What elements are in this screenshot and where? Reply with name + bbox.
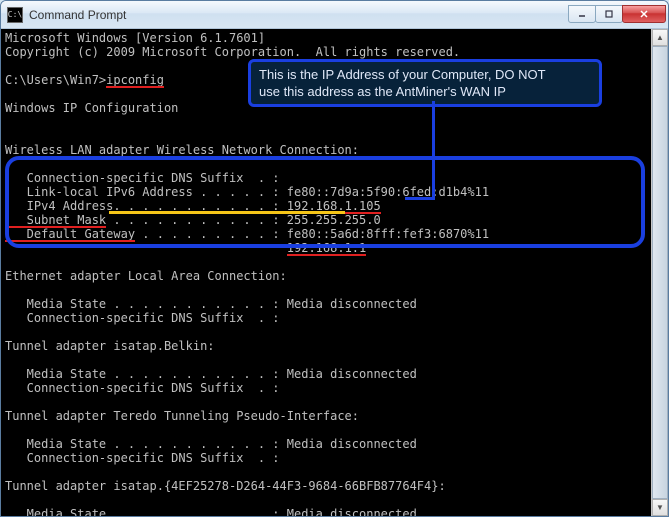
lan-dns-suffix: Connection-specific DNS Suffix . : xyxy=(5,311,280,325)
lan-media-state: Media State . . . . . . . . . . . : Medi… xyxy=(5,297,417,311)
window-title: Command Prompt xyxy=(29,8,569,22)
isatap2-media: Media State . . . . . . . . . . . : Medi… xyxy=(5,507,417,516)
minimize-button[interactable] xyxy=(568,5,596,23)
isatap1-heading: Tunnel adapter isatap.Belkin: xyxy=(5,339,215,353)
wlan-gateway-dots: . . . . . . . . . : xyxy=(135,227,280,241)
callout-line2: use this address as the AntMiner's WAN I… xyxy=(259,84,506,99)
wlan-gateway-label: Default Gateway xyxy=(5,227,135,241)
isatap2-heading: Tunnel adapter isatap.{4EF25278-D264-44F… xyxy=(5,479,446,493)
lan-adapter-heading: Ethernet adapter Local Area Connection: xyxy=(5,269,287,283)
scroll-down-button[interactable]: ▼ xyxy=(652,499,668,516)
isatap1-dns: Connection-specific DNS Suffix . : xyxy=(5,381,280,395)
prompt-path: C:\Users\Win7> xyxy=(5,73,106,87)
close-button[interactable] xyxy=(622,5,666,23)
teredo-heading: Tunnel adapter Teredo Tunneling Pseudo-I… xyxy=(5,409,359,423)
isatap1-media: Media State . . . . . . . . . . . : Medi… xyxy=(5,367,417,381)
wlan-dns-suffix: Connection-specific DNS Suffix . : xyxy=(5,171,280,185)
command-typed: ipconfig xyxy=(106,73,164,87)
wlan-subnet-label: Subnet Mask xyxy=(5,213,106,227)
ipconfig-title: Windows IP Configuration xyxy=(5,101,178,115)
scroll-thumb[interactable] xyxy=(652,46,668,499)
os-header: Microsoft Windows [Version 6.1.7601] xyxy=(5,31,265,45)
wlan-gateway-v4: 192.168.1.1 xyxy=(287,241,366,255)
annotation-yellow-line xyxy=(109,211,345,214)
window-frame: C:\ Command Prompt Microsoft Windows [Ve… xyxy=(0,0,669,517)
teredo-media: Media State . . . . . . . . . . . : Medi… xyxy=(5,437,417,451)
wlan-gateway-v4-pad xyxy=(5,241,287,255)
callout-connector-horz xyxy=(405,197,435,200)
scroll-up-button[interactable]: ▲ xyxy=(652,29,668,46)
scrollbar[interactable]: ▲ ▼ xyxy=(651,29,668,516)
wlan-gateway-v6: fe80::5a6d:8fff:fef3:6870%11 xyxy=(287,227,489,241)
callout-connector-vert xyxy=(432,101,435,199)
wlan-adapter-heading: Wireless LAN adapter Wireless Network Co… xyxy=(5,143,359,157)
wlan-subnet-dots: . . . . . . . . . . . : xyxy=(106,213,279,227)
cmd-icon: C:\ xyxy=(7,7,23,23)
window-button-group xyxy=(569,5,666,25)
teredo-dns: Connection-specific DNS Suffix . : xyxy=(5,451,280,465)
maximize-button[interactable] xyxy=(595,5,623,23)
callout-line1: This is the IP Address of your Computer,… xyxy=(259,67,546,82)
copyright-line: Copyright (c) 2009 Microsoft Corporation… xyxy=(5,45,460,59)
annotation-callout: This is the IP Address of your Computer,… xyxy=(248,59,602,107)
titlebar[interactable]: C:\ Command Prompt xyxy=(1,1,668,29)
wlan-subnet-value: 255.255.255.0 xyxy=(287,213,381,227)
